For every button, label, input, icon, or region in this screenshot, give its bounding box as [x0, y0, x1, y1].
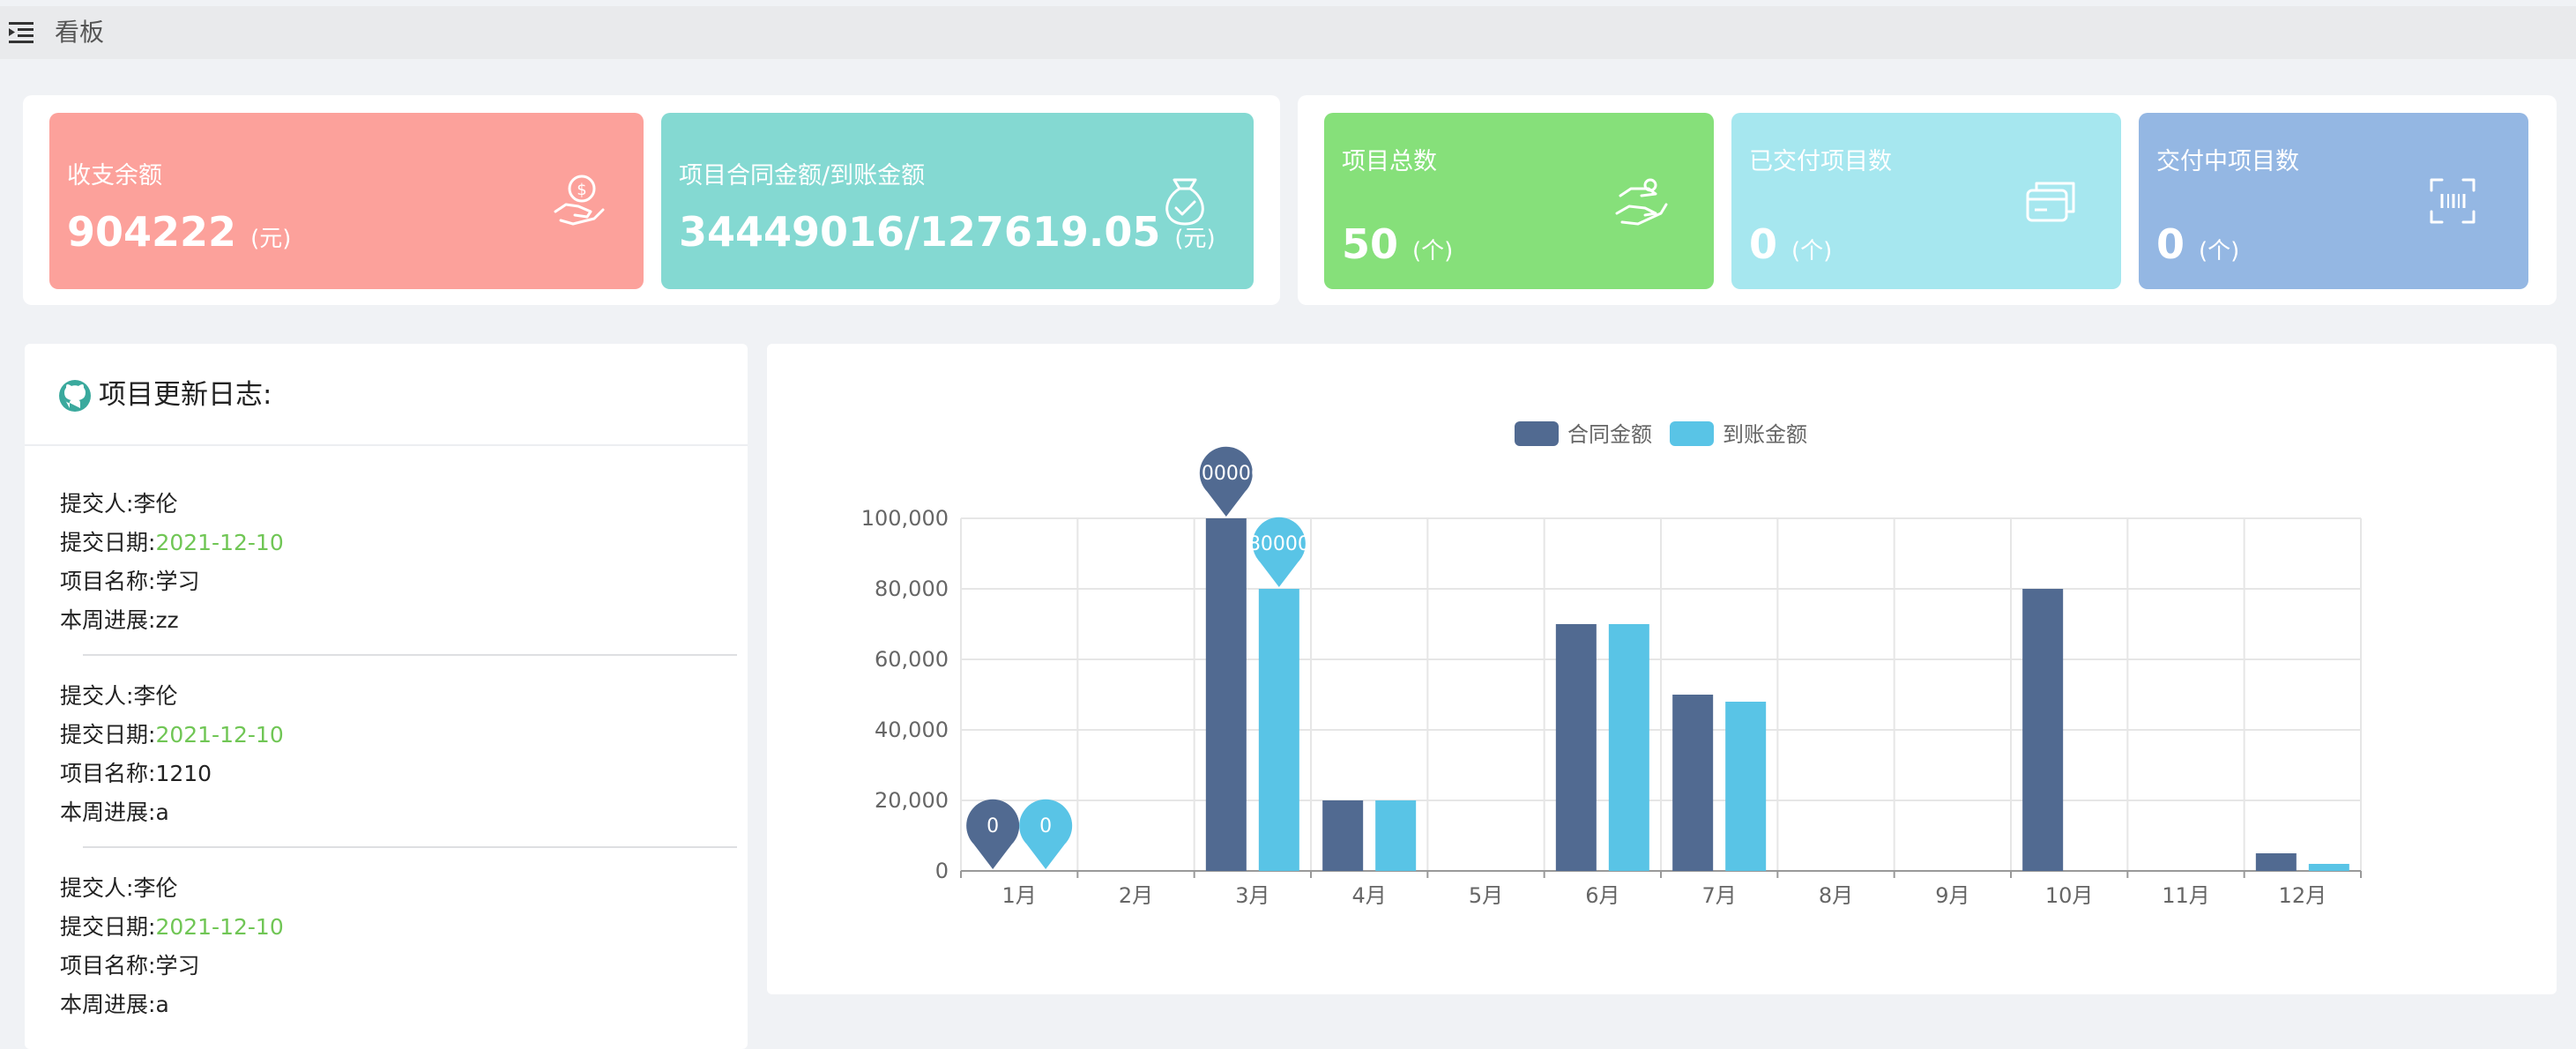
- in-delivery-projects-label: 交付中项目数: [2156, 148, 2299, 175]
- bar-received: [1725, 702, 1767, 871]
- x-tick-label: 7月: [1702, 883, 1737, 908]
- x-tick-label: 12月: [2279, 883, 2327, 908]
- in-delivery-projects-card[interactable]: 交付中项目数 0 (个): [2139, 113, 2528, 289]
- github-icon: [59, 380, 91, 412]
- total-projects-value: 50 (个): [1342, 220, 1454, 268]
- y-tick-label: 0: [935, 859, 949, 883]
- bar-contract: [2022, 589, 2064, 871]
- x-tick-label: 9月: [1935, 883, 1969, 908]
- log-submitter: 提交人:李伦: [60, 683, 178, 709]
- y-tick-label: 60,000: [875, 647, 949, 672]
- x-tick-label: 4月: [1352, 883, 1387, 908]
- update-log-header: 项目更新日志:: [25, 344, 748, 446]
- pin-label: 80000: [1248, 533, 1310, 555]
- x-tick-label: 6月: [1585, 883, 1619, 908]
- svg-text:$: $: [577, 181, 586, 199]
- update-log-panel: 项目更新日志: 提交人:李伦 提交日期:2021-12-10 项目名称:学习 本…: [25, 344, 748, 1049]
- log-project: 项目名称:学习: [60, 953, 200, 978]
- contract-amount-value: 34449016/127619.05 (元): [679, 208, 1216, 256]
- top-bar: 看板: [0, 6, 2576, 59]
- breadcrumb-title: 看板: [55, 18, 105, 47]
- balance-card[interactable]: 收支余额 904222 (元) $: [49, 113, 644, 289]
- x-tick-label: 1月: [1002, 883, 1037, 908]
- legend-label: 合同金额: [1567, 422, 1652, 447]
- log-entry: 提交人:李伦 提交日期:2021-12-10 项目名称:学习 本周进展:zz: [60, 485, 739, 640]
- log-date: 提交日期:2021-12-10: [60, 722, 284, 748]
- y-tick-label: 80,000: [875, 577, 949, 601]
- money-hand-icon: $: [554, 175, 605, 226]
- pin-label: 0: [1039, 815, 1052, 837]
- pin-label: 0: [986, 815, 999, 837]
- log-progress: 本周进展:a: [60, 800, 169, 825]
- contract-amount-label: 项目合同金额/到账金额: [679, 162, 926, 190]
- x-tick-label: 2月: [1119, 883, 1153, 908]
- log-date: 提交日期:2021-12-10: [60, 530, 284, 555]
- delivered-projects-value: 0 (个): [1749, 220, 1833, 268]
- delivered-projects-label: 已交付项目数: [1749, 148, 1892, 175]
- hand-give-icon: [1615, 178, 1668, 226]
- monthly-amount-chart-panel: 0 20,000 40,000 60,000 80,000 100,000 1月 2月 3月 4月…: [767, 344, 2557, 994]
- bar-contract: [1205, 518, 1247, 871]
- log-progress: 本周进展:zz: [60, 607, 179, 633]
- bar-received: [1258, 589, 1299, 871]
- indent-menu-icon[interactable]: [9, 21, 34, 44]
- card-icon: [2026, 182, 2075, 222]
- money-bag-icon: [1165, 178, 1204, 226]
- legend-swatch: [1670, 421, 1714, 446]
- log-date: 提交日期:2021-12-10: [60, 914, 284, 940]
- project-summary-panel: 项目总数 50 (个) 已交付项目数 0 (个) 交付中项目数 0 (个): [1298, 95, 2557, 305]
- x-tick-label: 8月: [1819, 883, 1853, 908]
- x-tick-label: 3月: [1235, 883, 1269, 908]
- log-entry: 提交人:李伦 提交日期:2021-12-10 项目名称:1210 本周进展:a: [60, 677, 739, 832]
- log-entry: 提交人:李伦 提交日期:2021-12-10 项目名称:学习 本周进展:a: [60, 869, 739, 1024]
- log-progress: 本周进展:a: [60, 992, 169, 1017]
- x-tick-label: 11月: [2162, 883, 2210, 908]
- log-project: 项目名称:1210: [60, 761, 212, 786]
- bar-contract: [1322, 800, 1364, 871]
- x-tick-label: 5月: [1469, 883, 1503, 908]
- log-divider: [83, 846, 737, 848]
- delivered-projects-card[interactable]: 已交付项目数 0 (个): [1731, 113, 2121, 289]
- pin-label: 100000: [1189, 463, 1263, 485]
- log-project: 项目名称:学习: [60, 569, 200, 594]
- y-tick-label: 100,000: [861, 506, 949, 531]
- bar-received: [1608, 624, 1649, 871]
- bar-contract: [1672, 695, 1714, 871]
- log-submitter: 提交人:李伦: [60, 875, 178, 901]
- total-projects-card[interactable]: 项目总数 50 (个): [1324, 113, 1714, 289]
- log-submitter: 提交人:李伦: [60, 491, 178, 517]
- finance-summary-panel: 收支余额 904222 (元) $ 项目合同金额/到账金额 34449016/1…: [23, 95, 1280, 305]
- barcode-scan-icon: [2430, 178, 2475, 224]
- x-tick-label: 10月: [2045, 883, 2094, 908]
- bar-received: [2308, 864, 2349, 871]
- update-log-title: 项目更新日志:: [99, 379, 272, 411]
- contract-amount-card[interactable]: 项目合同金额/到账金额 34449016/127619.05 (元): [661, 113, 1254, 289]
- bar-received: [1375, 800, 1417, 871]
- y-tick-label: 40,000: [875, 718, 949, 742]
- balance-value: 904222 (元): [67, 208, 292, 256]
- bar-contract: [1555, 624, 1597, 871]
- y-tick-label: 20,000: [875, 788, 949, 813]
- log-divider: [83, 654, 737, 656]
- balance-label: 收支余额: [67, 162, 162, 190]
- legend-swatch: [1515, 421, 1559, 446]
- total-projects-label: 项目总数: [1342, 148, 1437, 175]
- legend-label: 到账金额: [1723, 422, 1807, 447]
- in-delivery-projects-value: 0 (个): [2156, 220, 2240, 268]
- bar-contract: [2255, 853, 2297, 871]
- monthly-amount-bar-chart: 0 20,000 40,000 60,000 80,000 100,000 1月 2月 3月 4月…: [861, 421, 2362, 908]
